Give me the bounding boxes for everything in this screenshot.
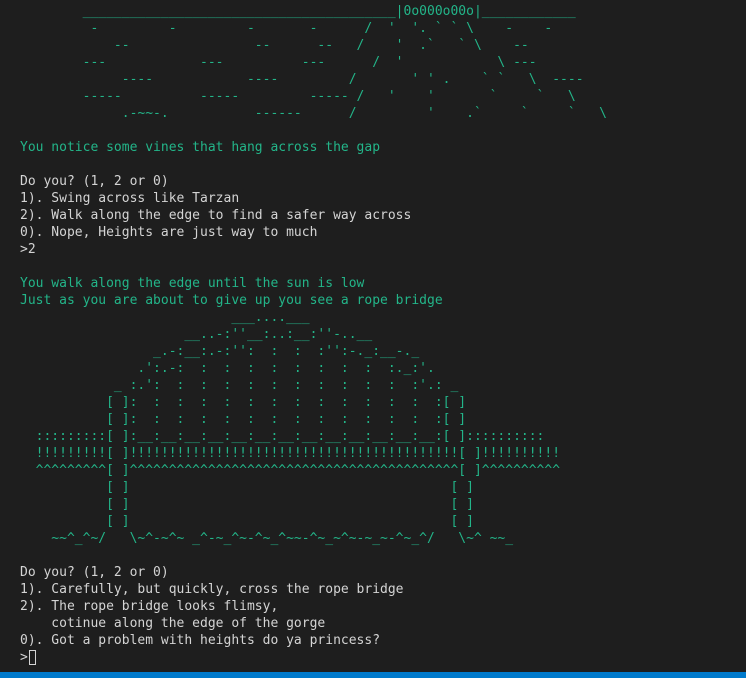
rope-bridge-ascii-art: ___....___ __..-:''__:..:__:''-..__ _.-:… <box>35 310 561 546</box>
prompt-question: Do you? (1, 2 or 0) <box>20 174 169 189</box>
prompt-question: Do you? (1, 2 or 0) <box>20 565 169 580</box>
cliff-ascii-art: ________________________________________… <box>82 4 607 121</box>
user-input-echo: >2 <box>20 242 36 257</box>
menu-option: 1). Carefully, but quickly, cross the ro… <box>20 582 404 597</box>
menu-option: 1). Swing across like Tarzan <box>20 191 240 206</box>
terminal-output[interactable]: ________________________________________… <box>20 3 746 672</box>
input-prompt[interactable]: > <box>20 649 746 666</box>
text-cursor <box>28 650 36 665</box>
story-text: You notice some vines that hang across t… <box>20 140 381 155</box>
prompt-symbol: > <box>20 650 28 665</box>
story-text: You walk along the edge until the sun is… <box>20 276 365 291</box>
menu-option: cotinue along the edge of the gorge <box>20 616 326 631</box>
status-bar <box>0 672 746 678</box>
menu-option: 2). Walk along the edge to find a safer … <box>20 208 412 223</box>
menu-option: 0). Nope, Heights are just way to much <box>20 225 318 240</box>
menu-option: 2). The rope bridge looks flimsy, <box>20 599 279 614</box>
story-text: Just as you are about to give up you see… <box>20 293 443 308</box>
menu-option: 0). Got a problem with heights do ya pri… <box>20 633 381 648</box>
